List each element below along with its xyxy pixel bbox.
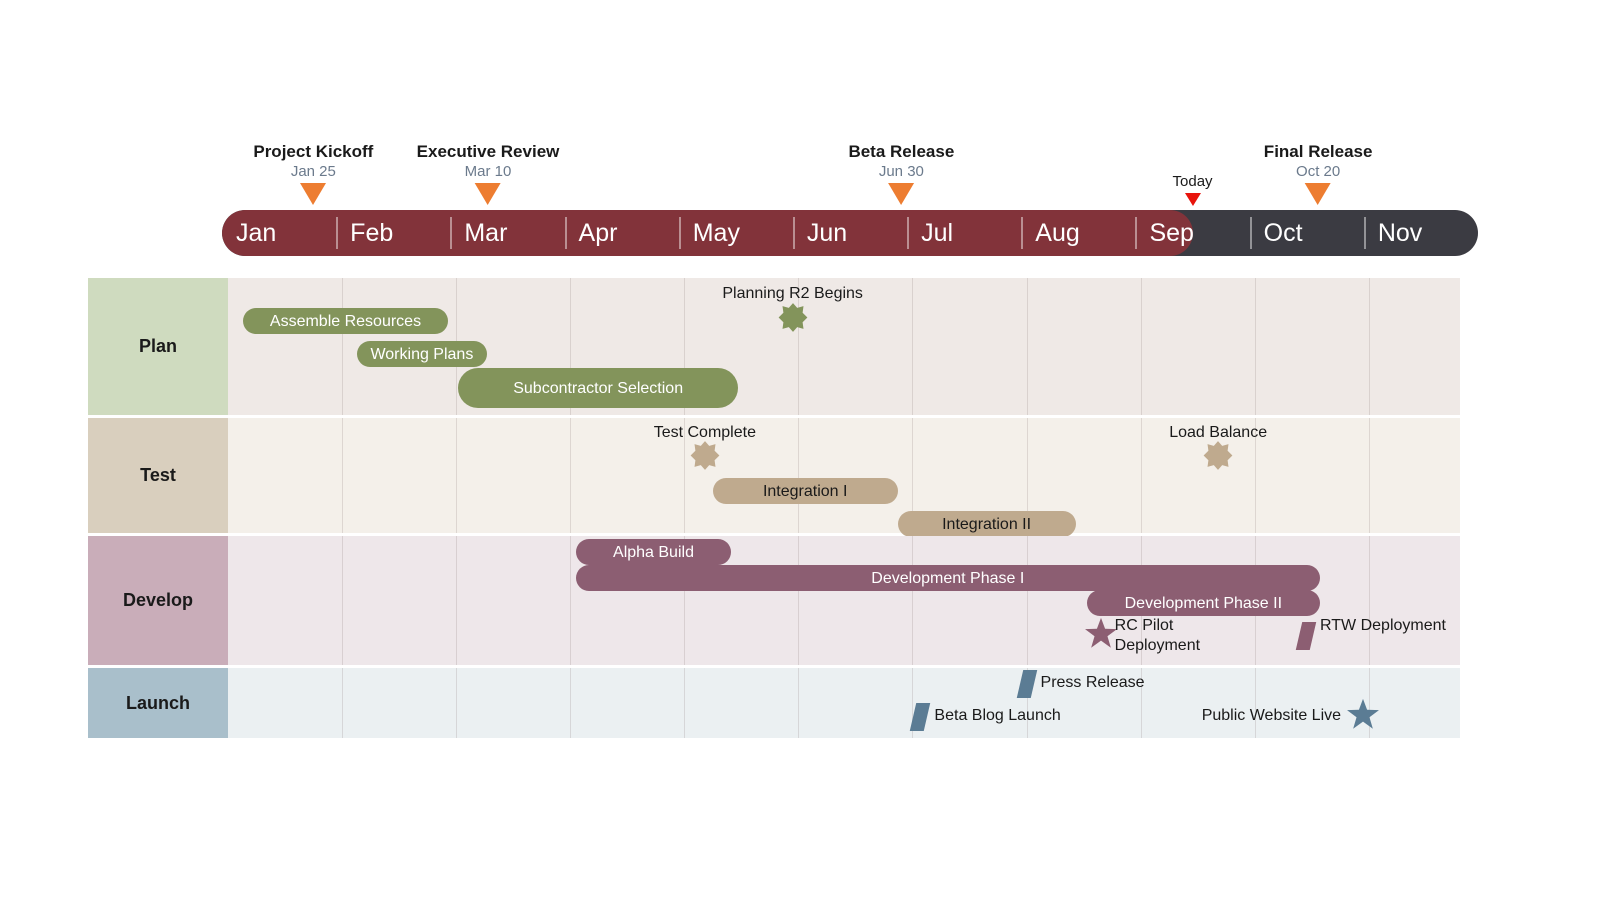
gridline	[1254, 278, 1256, 415]
task-bar[interactable]: Assemble Resources	[242, 308, 449, 334]
task-bar[interactable]: Alpha Build	[575, 539, 732, 565]
task-bar[interactable]: Subcontractor Selection	[458, 368, 738, 408]
milestone-arrow-icon	[1305, 183, 1332, 205]
gridline	[1368, 418, 1370, 533]
gridline	[912, 278, 914, 415]
gridline	[684, 668, 686, 738]
milestone-label: Public Website Live	[1201, 707, 1342, 724]
gridline	[342, 536, 344, 665]
axis-month-may: May	[692, 218, 740, 247]
gridline	[1026, 278, 1028, 415]
gridline	[456, 536, 458, 665]
milestone-label: Beta Blog Launch	[934, 707, 1061, 724]
swimlane-label-test[interactable]: Test	[88, 418, 228, 533]
milestone-arrow-icon	[300, 183, 327, 205]
gridline	[456, 418, 458, 533]
milestone-star-icon[interactable]	[1084, 617, 1118, 656]
task-bar[interactable]: Development Phase II	[1086, 590, 1320, 616]
milestone-label: RTW Deployment	[1320, 617, 1446, 634]
milestone-date: Oct 20	[1296, 163, 1341, 180]
today-label: Today	[1172, 173, 1213, 190]
milestone-title: Beta Release	[848, 142, 955, 161]
swimlane-background	[228, 418, 1460, 533]
gridline	[342, 278, 344, 415]
milestone-star-icon[interactable]	[1346, 698, 1380, 737]
axis-month-jul: Jul	[921, 218, 954, 247]
milestone-date: Jun 30	[878, 163, 924, 180]
milestone-burst-icon[interactable]	[690, 441, 720, 476]
gridline	[798, 418, 800, 533]
axis-month-aug: Aug	[1035, 218, 1080, 247]
gridline	[1368, 278, 1370, 415]
gridline	[912, 536, 914, 665]
axis-month-sep: Sep	[1149, 218, 1194, 247]
task-bar[interactable]: Integration I	[712, 478, 898, 504]
milestone-arrow-icon	[475, 183, 502, 205]
milestone-callout-2[interactable]: Beta Release Jun 30	[848, 142, 954, 205]
gridline	[456, 668, 458, 738]
swimlane-background	[228, 668, 1460, 738]
milestone-label: Press Release	[1040, 674, 1145, 691]
axis-month-oct: Oct	[1263, 218, 1303, 247]
gridline	[1254, 668, 1256, 738]
gridline	[1026, 536, 1028, 665]
axis-month-apr: Apr	[578, 218, 618, 247]
milestone-label: Load Balance	[1169, 424, 1268, 441]
milestone-date: Jan 25	[290, 163, 336, 180]
gridline	[342, 418, 344, 533]
milestone-callout-3[interactable]: Final Release Oct 20	[1263, 142, 1373, 205]
axis-month-jan: Jan	[236, 218, 277, 247]
swimlane-label-launch[interactable]: Launch	[88, 668, 228, 738]
milestone-date: Mar 10	[464, 163, 512, 180]
milestone-label: Test Complete	[653, 424, 756, 441]
milestone-title: Final Release	[1263, 142, 1373, 161]
gridline	[798, 668, 800, 738]
gridline	[342, 668, 344, 738]
gridline	[570, 418, 572, 533]
gridline	[798, 536, 800, 665]
swimlane-label-develop[interactable]: Develop	[88, 536, 228, 665]
axis-month-mar: Mar	[464, 218, 508, 247]
milestone-burst-icon[interactable]	[1203, 441, 1233, 476]
swimlane-launch: Launch	[88, 668, 1460, 738]
gridline	[570, 668, 572, 738]
milestone-callout-0[interactable]: Project Kickoff Jan 25	[253, 142, 373, 205]
axis-month-nov: Nov	[1377, 218, 1423, 247]
milestone-label: Planning R2 Begins	[722, 285, 863, 302]
gridline	[570, 536, 572, 665]
task-bar[interactable]: Development Phase I	[575, 565, 1320, 591]
gridline	[1140, 278, 1142, 415]
milestone-title: Executive Review	[416, 142, 560, 161]
swimlane-label-plan[interactable]: Plan	[88, 278, 228, 415]
milestone-burst-icon[interactable]	[778, 303, 808, 338]
today-arrow-icon	[1184, 193, 1201, 206]
task-bar[interactable]: Working Plans	[356, 341, 487, 367]
axis-month-jun: Jun	[806, 218, 848, 247]
milestone-arrow-icon	[888, 183, 915, 205]
milestone-title: Project Kickoff	[253, 142, 374, 161]
gridline	[1140, 418, 1142, 533]
milestone-label: RC Pilot Deployment	[1114, 617, 1201, 654]
axis-month-feb: Feb	[350, 218, 394, 247]
task-bar[interactable]: Integration II	[897, 511, 1076, 537]
milestone-callout-1[interactable]: Executive Review Mar 10	[416, 142, 560, 205]
gridline	[1368, 536, 1370, 665]
gantt-chart: Project Kickoff Jan 25 Executive Review Mar…	[0, 0, 1600, 900]
today-marker: Today	[1173, 172, 1213, 206]
timeline-axis: Jan Feb Mar Apr May Jun Jul Aug Sep Oct Nov	[222, 210, 1478, 256]
